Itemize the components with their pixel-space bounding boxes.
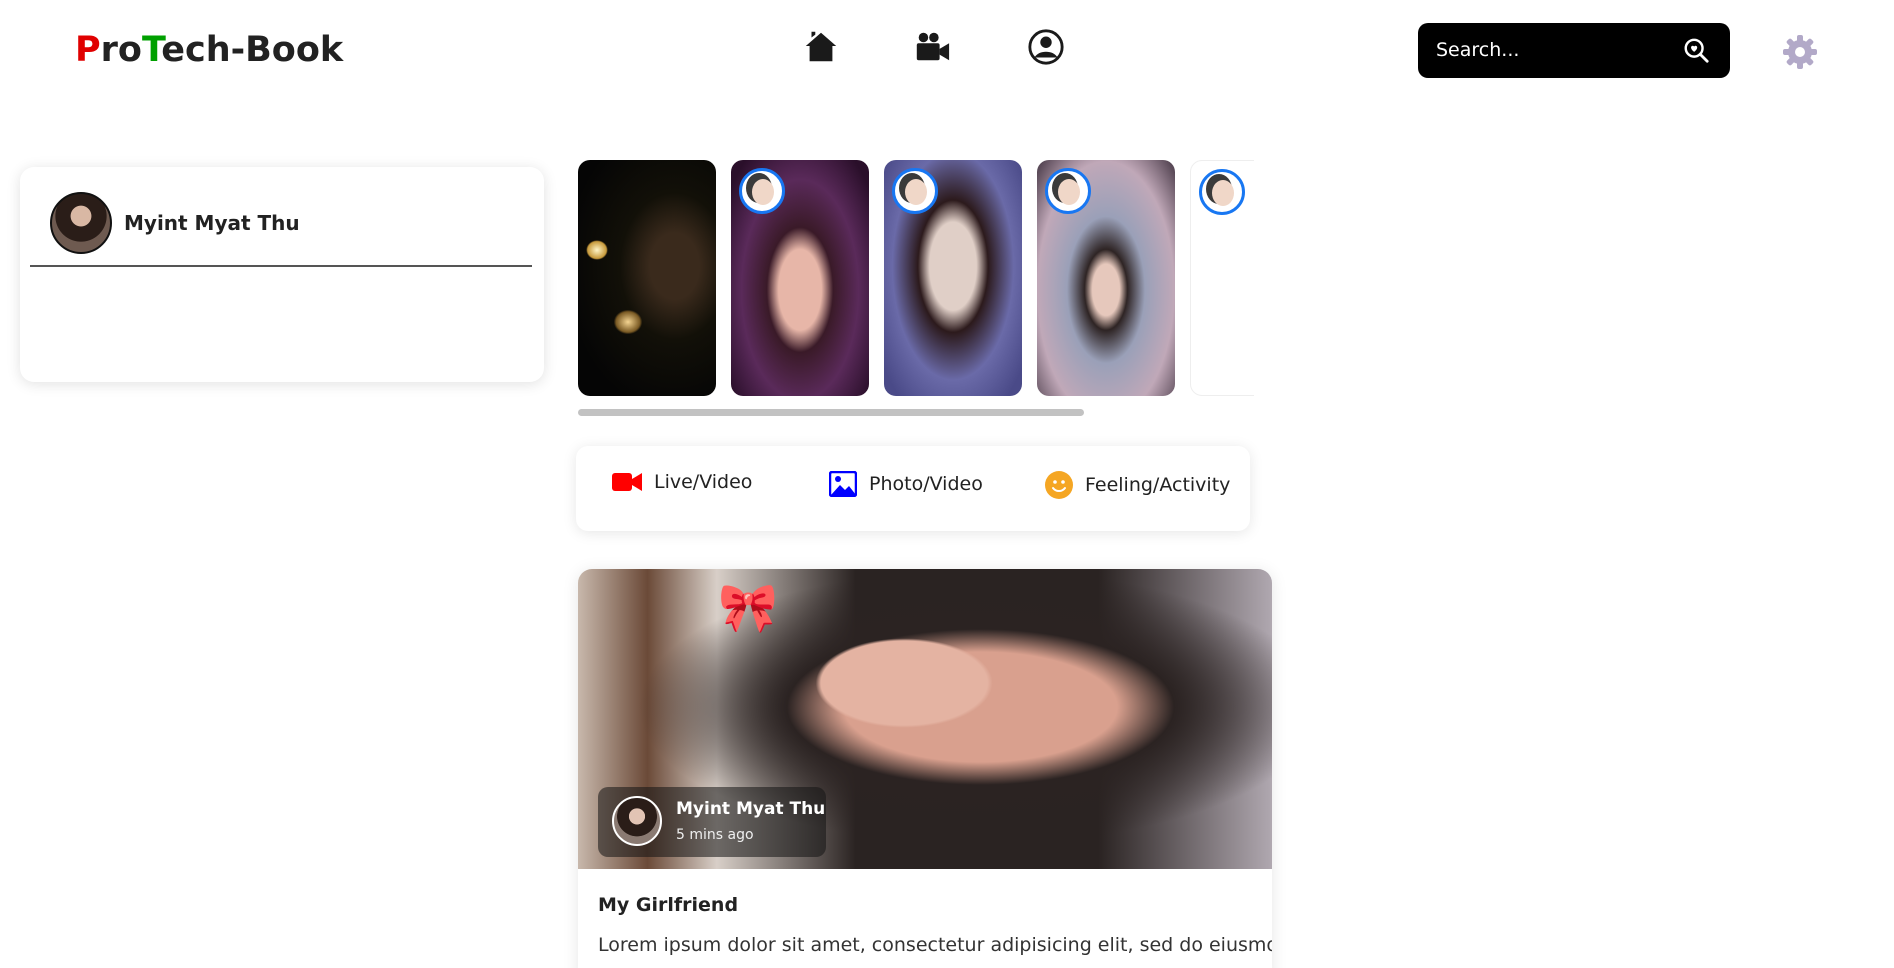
post-title: My Girlfriend [598,894,739,916]
post-timestamp: 5 mins ago [676,827,754,843]
profile-row[interactable]: Myint Myat Thu [50,192,300,254]
logo-text-rest: ech-Book [161,30,344,70]
site-logo[interactable]: ProTech-Book [75,30,343,70]
story-card[interactable] [1037,160,1175,396]
story-avatar[interactable] [1199,169,1245,215]
image-icon [829,471,857,497]
stories-strip[interactable] [578,158,1254,398]
gear-icon[interactable] [1780,32,1820,72]
logo-text-ro: ro [100,30,142,70]
story-lamp-light [586,240,608,260]
avatar[interactable] [612,796,662,846]
video-icon[interactable] [913,28,951,66]
post-author-chip[interactable]: Myint Myat Thu 5 mins ago [598,787,826,857]
live-video-button[interactable]: Live/Video [612,471,752,493]
story-image [578,160,716,396]
divider [30,265,532,267]
search-icon[interactable] [1682,37,1710,65]
bow-icon: 🎀 [718,580,778,636]
story-lamp-light [614,310,642,334]
post-body: Lorem ipsum dolor sit amet, consectetur … [598,934,1272,956]
profile-icon[interactable] [1027,28,1065,66]
photo-video-label: Photo/Video [869,473,983,495]
create-post-bar: Live/Video Photo/Video Feeling/Activity [576,446,1250,531]
profile-name[interactable]: Myint Myat Thu [124,211,300,235]
page: ProTech-Book Myint Myat Thu [0,0,1894,968]
search-input[interactable] [1436,35,1676,65]
video-camera-icon [612,473,642,491]
home-icon[interactable] [802,28,840,66]
profile-card: Myint Myat Thu [20,167,544,382]
logo-letter-p: P [75,30,101,70]
stories-scrollbar[interactable] [578,409,1084,416]
feeling-activity-button[interactable]: Feeling/Activity [1045,471,1230,499]
story-avatar[interactable] [739,168,785,214]
story-avatar[interactable] [1045,168,1091,214]
logo-letter-t: T [141,30,162,70]
search-bar[interactable] [1418,23,1730,78]
feeling-activity-label: Feeling/Activity [1085,474,1231,496]
live-video-label: Live/Video [654,471,753,493]
post-author-name[interactable]: Myint Myat Thu [676,799,825,819]
story-card[interactable] [884,160,1022,396]
smile-icon [1045,471,1073,499]
avatar[interactable] [50,192,112,254]
story-card[interactable] [731,160,869,396]
photo-video-button[interactable]: Photo/Video [829,471,983,497]
post-card: 🎀 Myint Myat Thu 5 mins ago My Girlfrien… [578,569,1272,968]
story-avatar[interactable] [892,168,938,214]
story-card[interactable] [578,160,716,396]
story-card[interactable] [1190,160,1254,396]
